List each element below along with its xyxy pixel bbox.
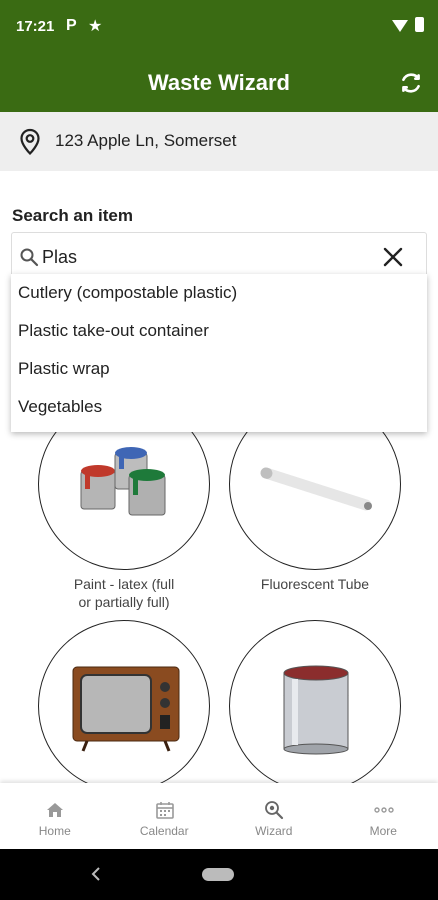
television-image (72, 666, 180, 752)
search-icon (20, 248, 39, 267)
nav-item-home[interactable]: Home (0, 783, 110, 849)
paint-can-image (283, 665, 349, 755)
nav-item-more[interactable]: More (329, 783, 438, 849)
wizard-search-icon (265, 801, 284, 820)
back-icon[interactable] (90, 866, 102, 882)
item-tile-television[interactable] (38, 620, 210, 792)
nav-label: Wizard (255, 824, 293, 838)
parking-notification-icon: P (66, 17, 77, 34)
suggestion-dropdown: Cutlery (compostable plastic) Plastic ta… (11, 274, 427, 432)
home-pill[interactable] (202, 868, 234, 881)
address-text: 123 Apple Ln, Somerset (55, 131, 237, 150)
suggestion-item[interactable]: Plastic wrap (18, 359, 110, 379)
status-time: 17:21 (16, 18, 55, 35)
item-tile-paint-can[interactable] (229, 620, 401, 792)
nav-label: Calendar (139, 824, 189, 838)
search-input[interactable] (42, 243, 362, 271)
nav-item-wizard[interactable]: Wizard (219, 783, 329, 849)
item-label-fluorescent-tube: Fluorescent Tube (229, 575, 401, 593)
label-line: or partially full) (78, 594, 170, 610)
suggestion-item[interactable]: Vegetables (18, 397, 102, 417)
star-notification-icon: ★ (88, 18, 103, 35)
wifi-icon (392, 20, 408, 32)
nav-label: More (369, 824, 397, 838)
label-line: Paint - latex (full (73, 576, 175, 592)
suggestion-item[interactable]: Plastic take-out container (18, 321, 209, 341)
item-label-paint-latex: Paint - latex (full or partially full) (38, 575, 210, 611)
home-icon (47, 803, 63, 817)
location-bar[interactable]: 123 Apple Ln, Somerset (0, 112, 438, 171)
status-bar: 17:21 P ★ (0, 0, 438, 56)
close-icon[interactable] (382, 246, 404, 268)
system-nav-bar (0, 849, 438, 900)
battery-icon (415, 17, 424, 32)
nav-item-calendar[interactable]: Calendar (110, 783, 220, 849)
label-line: Fluorescent Tube (260, 576, 370, 592)
app-title: Waste Wizard (147, 70, 290, 95)
refresh-icon[interactable] (398, 70, 424, 96)
location-pin-icon (20, 128, 40, 156)
bottom-nav: Home Calendar Wizard More (0, 783, 438, 849)
app-bar: Waste Wizard (0, 56, 438, 112)
calendar-icon (155, 802, 174, 819)
nav-label: Home (38, 824, 71, 838)
more-icon (373, 807, 394, 813)
search-label: Search an item (12, 206, 133, 225)
suggestion-item[interactable]: Cutlery (compostable plastic) (18, 283, 237, 303)
